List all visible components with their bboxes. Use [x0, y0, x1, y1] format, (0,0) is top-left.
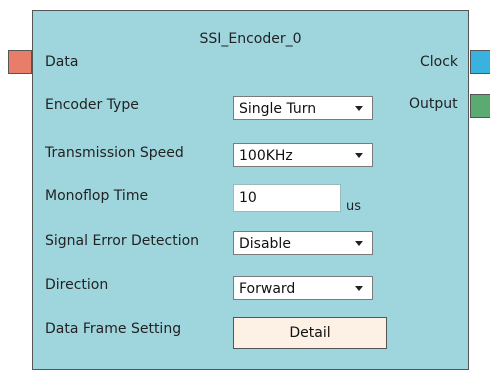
chevron-down-icon [355, 106, 363, 111]
output-pin[interactable] [470, 94, 490, 118]
canvas: SSI_Encoder_0 Data Clock Output Encoder … [0, 0, 490, 370]
chevron-down-icon [355, 286, 363, 291]
monoflop-time-label: Monoflop Time [45, 188, 149, 204]
data-pin-label: Data [45, 54, 79, 70]
clock-pin-label: Clock [420, 54, 459, 70]
transmission-speed-label: Transmission Speed [45, 145, 184, 161]
output-pin-label: Output [409, 96, 458, 112]
signal-error-detection-value: Disable [239, 236, 291, 252]
direction-select[interactable]: Forward [233, 276, 373, 300]
signal-error-detection-label: Signal Error Detection [45, 233, 200, 249]
chevron-down-icon [355, 241, 363, 246]
data-frame-setting-label: Data Frame Setting [45, 321, 182, 337]
transmission-speed-value: 100KHz [239, 148, 293, 164]
monoflop-time-input[interactable]: 10 [233, 184, 341, 212]
signal-error-detection-select[interactable]: Disable [233, 231, 373, 255]
direction-value: Forward [239, 281, 296, 297]
block-title: SSI_Encoder_0 [199, 31, 302, 47]
transmission-speed-select[interactable]: 100KHz [233, 143, 373, 167]
encoder-type-label: Encoder Type [45, 97, 139, 113]
data-pin[interactable] [8, 50, 32, 74]
encoder-type-value: Single Turn [239, 101, 317, 117]
encoder-type-select[interactable]: Single Turn [233, 96, 373, 120]
clock-pin[interactable] [470, 50, 490, 74]
chevron-down-icon [355, 153, 363, 158]
detail-button[interactable]: Detail [233, 317, 387, 349]
direction-label: Direction [45, 277, 109, 293]
monoflop-time-unit: us [346, 199, 362, 214]
